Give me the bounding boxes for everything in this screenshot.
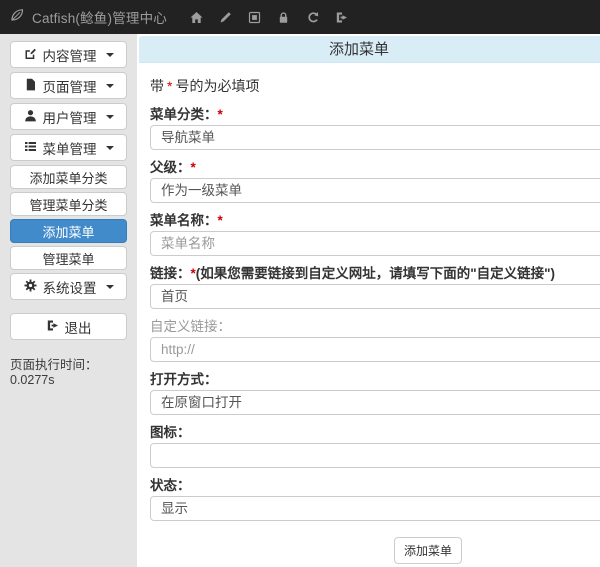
sidebar-item-menus[interactable]: 菜单管理	[10, 134, 127, 161]
lock-icon[interactable]	[277, 11, 290, 24]
icon-label: 图标：	[150, 426, 600, 440]
parent-label: 父级：*	[150, 161, 600, 175]
subitem-label: 添加菜单	[42, 222, 94, 241]
custom-link-label: 自定义链接：	[150, 320, 600, 334]
required-asterisk: *	[218, 107, 223, 122]
sidebar-subitem-manage-menu[interactable]: 管理菜单	[10, 246, 127, 270]
refresh-icon[interactable]	[306, 11, 319, 24]
pencil-icon[interactable]	[219, 11, 232, 24]
link-label-note: (如果您需要链接到自定义网址，请填写下面的"自定义链接")	[196, 266, 555, 281]
link-select[interactable]: 首页	[150, 284, 600, 309]
catfish-leaf-logo-icon	[9, 7, 25, 28]
panel-heading: 添加菜单	[139, 36, 600, 63]
label-text: 父级：	[150, 160, 191, 175]
sidebar-subitem-add-menu[interactable]: 添加菜单	[10, 219, 127, 243]
status-select[interactable]: 显示	[150, 496, 600, 521]
label-text: 自定义链接：	[150, 319, 231, 334]
sidebar-item-label: 退出	[65, 317, 92, 337]
label-text: 菜单分类：	[150, 107, 218, 122]
open-mode-select[interactable]: 在原窗口打开	[150, 390, 600, 415]
file-icon	[24, 78, 37, 94]
chevron-down-icon	[106, 53, 114, 57]
required-asterisk: *	[218, 213, 223, 228]
sidebar-item-label: 内容管理	[43, 45, 97, 65]
chevron-down-icon	[106, 285, 114, 289]
chevron-down-icon	[106, 115, 114, 119]
note-prefix: 带	[150, 78, 164, 94]
subitem-label: 添加菜单分类	[29, 168, 107, 187]
label-text: 打开方式：	[150, 372, 218, 387]
link-label: 链接：*(如果您需要链接到自定义网址，请填写下面的"自定义链接")	[150, 267, 600, 281]
sidebar: 内容管理 页面管理 用户管理	[0, 34, 137, 567]
sidebar-item-label: 页面管理	[43, 76, 97, 96]
app-title[interactable]: Catfish(鲶鱼)管理中心	[32, 7, 167, 27]
label-text: 菜单名称：	[150, 213, 218, 228]
menu-category-select[interactable]: 导航菜单	[150, 125, 600, 150]
sidebar-item-content[interactable]: 内容管理	[10, 41, 127, 68]
label-text: 链接：	[150, 266, 191, 281]
logout-icon[interactable]	[335, 11, 348, 24]
sidebar-item-label: 用户管理	[43, 107, 97, 127]
note-suffix: 号的为必填项	[175, 78, 259, 94]
sidebar-subitem-manage-menu-category[interactable]: 管理菜单分类	[10, 192, 127, 216]
logout-icon	[46, 319, 59, 335]
top-navbar: Catfish(鲶鱼)管理中心	[0, 0, 600, 34]
menu-category-label: 菜单分类：*	[150, 108, 600, 122]
gear-icon	[24, 279, 37, 295]
home-icon[interactable]	[190, 11, 203, 24]
sidebar-item-label: 菜单管理	[43, 138, 97, 158]
page: Catfish(鲶鱼)管理中心	[0, 0, 600, 567]
required-asterisk: *	[167, 78, 172, 94]
icon-input[interactable]	[150, 443, 600, 468]
sidebar-logout-button[interactable]: 退出	[10, 313, 127, 340]
edit-icon	[24, 47, 37, 63]
subitem-label: 管理菜单分类	[29, 195, 107, 214]
subitem-label: 管理菜单	[42, 249, 94, 268]
custom-link-input[interactable]	[150, 337, 600, 362]
menu-name-label: 菜单名称：*	[150, 214, 600, 228]
sidebar-item-settings[interactable]: 系统设置	[10, 273, 127, 300]
sidebar-subitem-add-menu-category[interactable]: 添加菜单分类	[10, 165, 127, 189]
status-label: 状态：	[150, 479, 600, 493]
journal-icon[interactable]	[248, 11, 261, 24]
chevron-down-icon	[106, 84, 114, 88]
navbar-icon-group	[182, 11, 356, 24]
sidebar-item-users[interactable]: 用户管理	[10, 103, 127, 130]
sidebar-item-pages[interactable]: 页面管理	[10, 72, 127, 99]
open-mode-label: 打开方式：	[150, 373, 600, 387]
sidebar-item-label: 系统设置	[43, 277, 97, 297]
submit-row: 添加菜单	[150, 537, 600, 564]
required-fields-note: 带*号的为必填项	[150, 76, 600, 96]
chevron-down-icon	[106, 146, 114, 150]
label-text: 图标：	[150, 425, 191, 440]
user-icon	[24, 109, 37, 125]
main-content: 添加菜单 带*号的为必填项 菜单分类：* 导航菜单 父级：* 作为一级菜单 菜单…	[139, 36, 600, 564]
list-icon	[24, 140, 37, 156]
page-title: 添加菜单	[139, 36, 579, 63]
menu-name-input[interactable]	[150, 231, 600, 256]
add-menu-form: 带*号的为必填项 菜单分类：* 导航菜单 父级：* 作为一级菜单 菜单名称：* …	[139, 63, 600, 564]
required-asterisk: *	[191, 160, 196, 175]
label-text: 状态：	[150, 478, 191, 493]
add-menu-submit-button[interactable]: 添加菜单	[394, 537, 462, 564]
page-exec-time: 页面执行时间：0.0277s	[10, 354, 127, 387]
parent-select[interactable]: 作为一级菜单	[150, 178, 600, 203]
